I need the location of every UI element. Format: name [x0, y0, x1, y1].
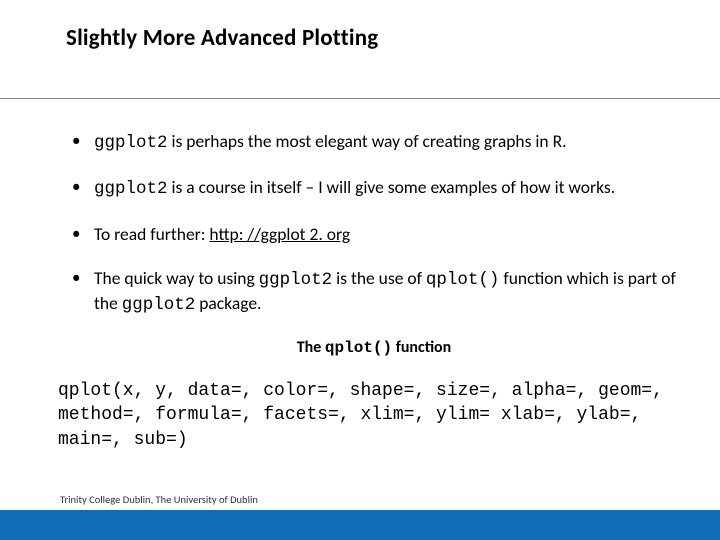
- text-span: is a course in itself – I will give some…: [168, 176, 616, 198]
- bullet-item: ggplot2 is perhaps the most elegant way …: [68, 130, 680, 154]
- code-span: ggplot2: [94, 133, 168, 153]
- bullet-list: ggplot2 is perhaps the most elegant way …: [68, 130, 680, 316]
- footer-text: Trinity College Dublin, The University o…: [60, 493, 258, 506]
- code-span: ggplot2: [94, 179, 168, 199]
- text-span: function: [392, 338, 451, 357]
- code-span: ggplot2: [259, 270, 333, 290]
- slide: Slightly More Advanced Plotting ggplot2 …: [0, 0, 720, 540]
- bullet-item: The quick way to using ggplot2 is the us…: [68, 267, 680, 316]
- code-span: ggplot2: [122, 295, 196, 315]
- subheading: The qplot() function: [68, 338, 680, 357]
- bullet-item: To read further: http: //ggplot 2. org: [68, 223, 680, 245]
- content-area: ggplot2 is perhaps the most elegant way …: [68, 130, 680, 452]
- text-span: is perhaps the most elegant way of creat…: [168, 130, 567, 152]
- bullet-item: ggplot2 is a course in itself – I will g…: [68, 176, 680, 200]
- code-span: qplot(): [325, 339, 392, 357]
- text-span: is the use of: [332, 267, 426, 289]
- divider: [0, 98, 720, 99]
- text-span: package.: [195, 292, 261, 314]
- text-span: The quick way to using: [94, 267, 259, 289]
- code-block: qplot(x, y, data=, color=, shape=, size=…: [58, 379, 670, 452]
- text-span: To read further:: [94, 223, 209, 245]
- link-text: http: //ggplot 2. org: [209, 223, 350, 245]
- footer-bar: [0, 510, 720, 540]
- page-title: Slightly More Advanced Plotting: [66, 24, 378, 52]
- code-span: qplot(): [426, 270, 500, 290]
- text-span: The: [297, 338, 325, 357]
